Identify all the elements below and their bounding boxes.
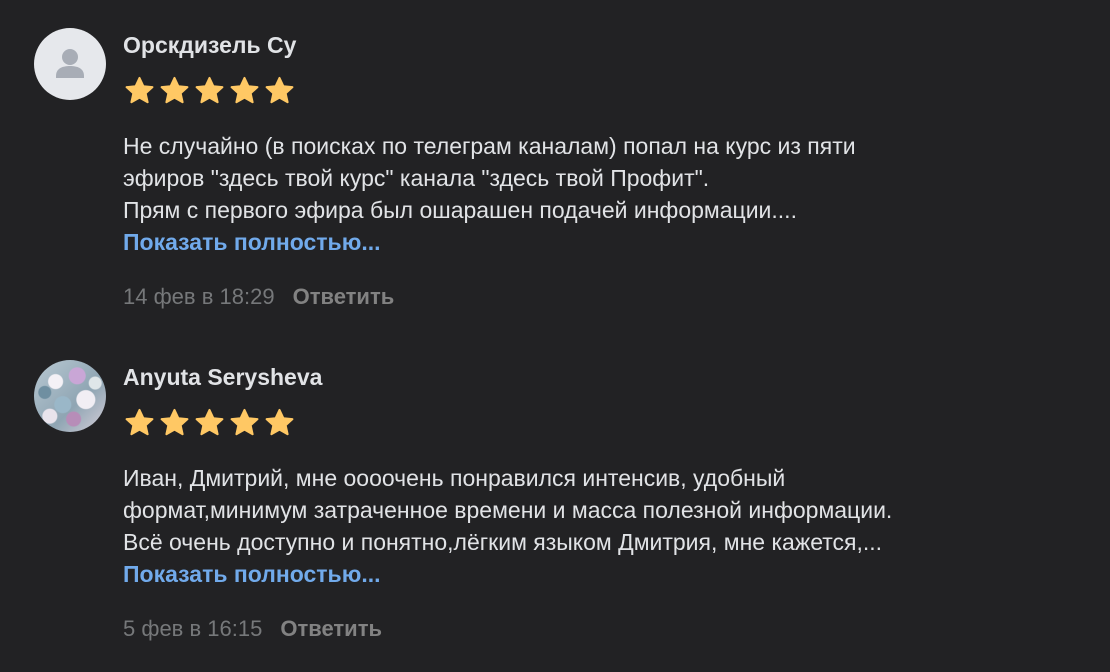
rating-stars: [123, 75, 1094, 107]
star-icon: [160, 76, 189, 104]
review-text: Не случайно (в поисках по телеграм канал…: [123, 130, 1094, 258]
reply-button[interactable]: Ответить: [280, 614, 382, 644]
review-date[interactable]: 5 фев в 16:15: [123, 614, 262, 644]
review-author[interactable]: Орскдизель Су: [123, 30, 1094, 60]
star-icon: [230, 408, 259, 436]
avatar[interactable]: [34, 28, 106, 100]
star-icon: [195, 408, 224, 436]
review-date[interactable]: 14 фев в 18:29: [123, 282, 275, 312]
show-more-link[interactable]: Показать полностью...: [123, 558, 1094, 590]
star-icon: [160, 408, 189, 436]
review-text: Иван, Дмитрий, мне оооочень понравился и…: [123, 462, 1094, 590]
review-text-line: Не случайно (в поисках по телеграм канал…: [123, 133, 856, 159]
review-text-line: эфиров "здесь твой курс" канала "здесь т…: [123, 165, 710, 191]
user-placeholder-icon: [56, 49, 84, 78]
avatar[interactable]: [34, 360, 106, 432]
star-icon: [265, 76, 294, 104]
review-text-line: Всё очень доступно и понятно,лёгким язык…: [123, 529, 883, 555]
review-item: Anyuta Serysheva Иван, Дмитрий, мне оооо…: [34, 360, 1094, 644]
show-more-link[interactable]: Показать полностью...: [123, 226, 1094, 258]
star-icon: [265, 408, 294, 436]
review-text-line: Иван, Дмитрий, мне оооочень понравился и…: [123, 465, 786, 491]
rating-stars: [123, 407, 1094, 439]
review-text-line: Прям с первого эфира был ошарашен подаче…: [123, 197, 797, 223]
star-icon: [195, 76, 224, 104]
reply-button[interactable]: Ответить: [293, 282, 395, 312]
review-item: Орскдизель Су Не случайно (в поисках по …: [34, 28, 1094, 312]
star-icon: [125, 408, 154, 436]
review-text-line: формат,минимум затраченное времени и мас…: [123, 497, 893, 523]
star-icon: [125, 76, 154, 104]
review-meta: 14 фев в 18:29 Ответить: [123, 282, 1094, 312]
star-icon: [230, 76, 259, 104]
review-meta: 5 фев в 16:15 Ответить: [123, 614, 1094, 644]
review-author[interactable]: Anyuta Serysheva: [123, 362, 1094, 392]
